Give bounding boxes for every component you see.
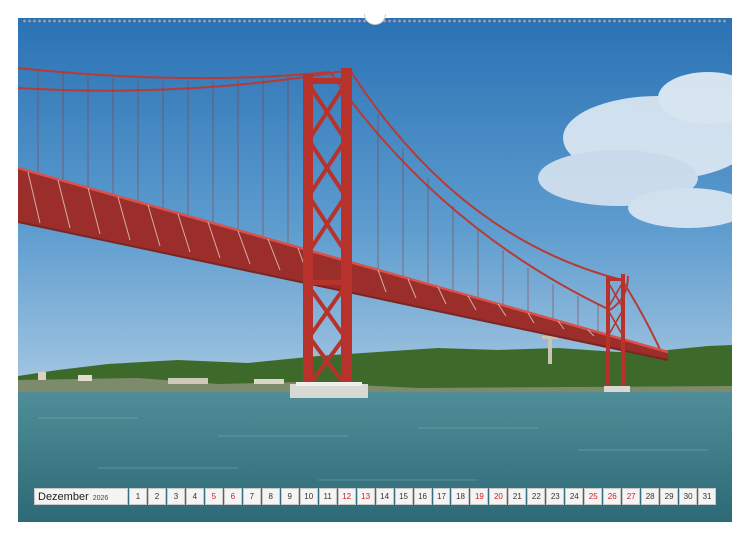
day-cell: 17 xyxy=(432,488,451,505)
day-cell: 18 xyxy=(451,488,470,505)
calendar-strip: Dezember 2026 1 2 3 4 5 6 7 8 9 10 11 12 13 14 15 16 17 1… xyxy=(34,488,717,505)
day-cell: 5 xyxy=(204,488,223,505)
day-cell: 14 xyxy=(375,488,394,505)
day-cell: 1 xyxy=(129,488,147,505)
bridge-photo-illustration xyxy=(18,18,732,522)
day-cell: 3 xyxy=(166,488,185,505)
day-cell: 2 xyxy=(147,488,166,505)
day-cell: 23 xyxy=(546,488,565,505)
day-cell: 10 xyxy=(299,488,318,505)
day-cell: 22 xyxy=(527,488,546,505)
calendar-photo xyxy=(18,18,732,522)
month-name: Dezember xyxy=(38,491,89,503)
wire-binding xyxy=(22,14,728,25)
day-cell: 12 xyxy=(337,488,356,505)
day-cell: 24 xyxy=(565,488,584,505)
day-cell: 20 xyxy=(489,488,508,505)
day-cell: 31 xyxy=(698,488,717,505)
tower-pier xyxy=(290,384,368,398)
day-cell: 28 xyxy=(641,488,660,505)
day-cell: 25 xyxy=(584,488,603,505)
month-label: Dezember 2026 xyxy=(34,488,128,505)
day-cell: 4 xyxy=(185,488,204,505)
day-cell: 13 xyxy=(356,488,375,505)
day-cell: 6 xyxy=(223,488,242,505)
day-cell: 27 xyxy=(622,488,641,505)
day-cell: 21 xyxy=(508,488,527,505)
day-cell: 8 xyxy=(261,488,280,505)
day-cell: 26 xyxy=(603,488,622,505)
day-cells: 1 2 3 4 5 6 7 8 9 10 11 12 13 14 15 16 17 18 19 20 21 22 23 24 2… xyxy=(129,488,717,505)
day-cell: 9 xyxy=(280,488,299,505)
day-cell: 30 xyxy=(679,488,698,505)
day-cell: 15 xyxy=(394,488,413,505)
binding-hanger xyxy=(364,14,386,25)
year-label: 2026 xyxy=(92,495,109,502)
day-cell: 7 xyxy=(242,488,261,505)
day-cell: 29 xyxy=(660,488,679,505)
day-cell: 16 xyxy=(413,488,432,505)
day-cell: 19 xyxy=(470,488,489,505)
day-cell: 11 xyxy=(318,488,337,505)
